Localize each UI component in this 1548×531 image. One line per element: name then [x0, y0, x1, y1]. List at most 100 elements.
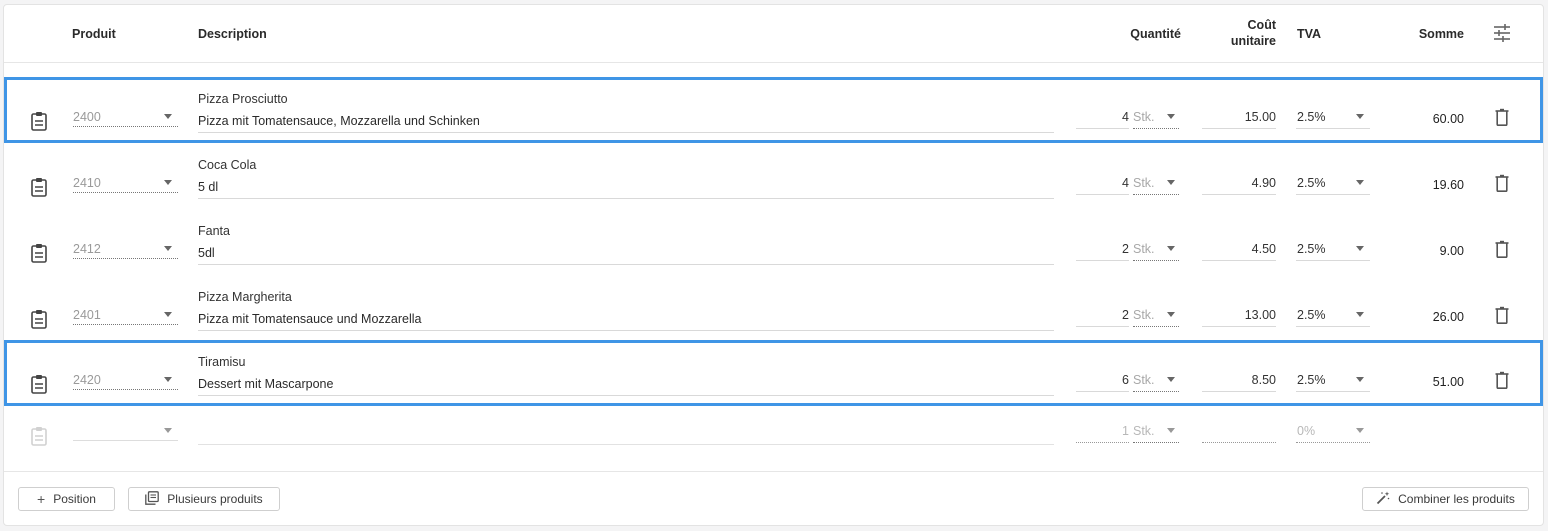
- unit-value: Stk.: [1133, 110, 1155, 124]
- chevron-down-icon: [1356, 114, 1364, 119]
- row-sum: 60.00: [1432, 112, 1464, 126]
- combine-products-label: Combiner les produits: [1398, 492, 1515, 506]
- unit-select[interactable]: Stk.: [1133, 107, 1179, 129]
- unit-select[interactable]: Stk.: [1133, 370, 1179, 392]
- row-sum: 26.00: [1432, 310, 1464, 324]
- tune-icon[interactable]: [1492, 23, 1512, 43]
- product-select[interactable]: 2400: [73, 107, 178, 127]
- quantity-input[interactable]: 4: [1076, 107, 1129, 129]
- multiple-products-button[interactable]: Plusieurs produits: [128, 487, 280, 511]
- trash-icon[interactable]: [1495, 306, 1509, 324]
- table-footer: + Position Plusieurs produits Combiner l…: [4, 471, 1543, 526]
- tva-select[interactable]: 0%: [1296, 421, 1370, 443]
- unit-select[interactable]: Stk.: [1133, 173, 1179, 195]
- table-row: 2401 Pizza Margherita Pizza mit Tomatensau…: [4, 275, 1543, 341]
- trash-icon[interactable]: [1495, 108, 1509, 126]
- tva-value: 0%: [1297, 424, 1316, 438]
- unit-cost-input[interactable]: 4.50: [1202, 239, 1276, 261]
- product-select[interactable]: [73, 421, 178, 441]
- add-position-button[interactable]: + Position: [18, 487, 115, 511]
- tva-value: 2.5%: [1297, 242, 1326, 256]
- tva-value: 2.5%: [1297, 308, 1326, 322]
- product-value: 2400: [73, 110, 101, 124]
- description-input[interactable]: Dessert mit Mascarpone: [198, 374, 1054, 396]
- column-header-product: Produit: [72, 27, 116, 41]
- tva-value: 2.5%: [1297, 176, 1326, 190]
- chevron-down-icon: [1167, 246, 1175, 251]
- unit-value: Stk.: [1133, 176, 1155, 190]
- tva-select[interactable]: 2.5%: [1296, 370, 1370, 392]
- magic-wand-icon: [1376, 491, 1390, 507]
- chevron-down-icon: [164, 180, 172, 185]
- unit-cost-input[interactable]: 15.00: [1202, 107, 1276, 129]
- row-sum: 51.00: [1432, 375, 1464, 389]
- trash-icon[interactable]: [1495, 240, 1509, 258]
- tva-select[interactable]: 2.5%: [1296, 305, 1370, 327]
- trash-icon[interactable]: [1495, 371, 1509, 389]
- table-header: Produit Description Quantité Coût unitai…: [4, 5, 1543, 63]
- chevron-down-icon: [1356, 312, 1364, 317]
- multiple-products-label: Plusieurs produits: [167, 492, 263, 506]
- unit-cost-input[interactable]: 13.00: [1202, 305, 1276, 327]
- tva-select[interactable]: 2.5%: [1296, 107, 1370, 129]
- unit-select[interactable]: Stk.: [1133, 421, 1179, 443]
- quantity-input[interactable]: 6: [1076, 370, 1129, 392]
- description-input[interactable]: Pizza mit Tomatensauce und Mozzarella: [198, 309, 1054, 331]
- unit-cost-input[interactable]: [1202, 421, 1276, 443]
- clipboard-icon[interactable]: [30, 243, 48, 263]
- column-header-quantity: Quantité: [1130, 27, 1181, 41]
- quantity-input[interactable]: 1: [1076, 421, 1129, 443]
- tva-value: 2.5%: [1297, 373, 1326, 387]
- table-row: 2400 Pizza Prosciutto Pizza mit Tomatensau…: [4, 77, 1543, 143]
- clipboard-icon: [30, 426, 48, 446]
- tva-select[interactable]: 2.5%: [1296, 239, 1370, 261]
- unit-value: Stk.: [1133, 424, 1155, 438]
- unit-value: Stk.: [1133, 373, 1155, 387]
- combine-products-button[interactable]: Combiner les produits: [1362, 487, 1529, 511]
- chevron-down-icon: [1356, 180, 1364, 185]
- chevron-down-icon: [164, 246, 172, 251]
- product-name: Pizza Prosciutto: [198, 92, 288, 106]
- quantity-input[interactable]: 4: [1076, 173, 1129, 195]
- trash-icon[interactable]: [1495, 174, 1509, 192]
- column-header-unit-cost: Coût unitaire: [1230, 18, 1276, 48]
- row-sum: 9.00: [1439, 244, 1464, 258]
- unit-select[interactable]: Stk.: [1133, 239, 1179, 261]
- product-name: Tiramisu: [198, 355, 246, 369]
- tva-value: 2.5%: [1297, 110, 1326, 124]
- column-header-sum: Somme: [1418, 27, 1464, 41]
- description-input[interactable]: 5dl: [198, 243, 1054, 265]
- chevron-down-icon: [1356, 377, 1364, 382]
- unit-value: Stk.: [1133, 308, 1155, 322]
- chevron-down-icon: [1167, 114, 1175, 119]
- invoice-items-card: Produit Description Quantité Coût unitai…: [3, 4, 1544, 526]
- column-header-description: Description: [198, 27, 267, 41]
- product-name: Fanta: [198, 224, 230, 238]
- library-icon: [145, 491, 160, 507]
- product-value: 2412: [73, 242, 101, 256]
- column-header-tva: TVA: [1297, 27, 1322, 41]
- product-select[interactable]: 2420: [73, 370, 178, 390]
- quantity-input[interactable]: 2: [1076, 305, 1129, 327]
- clipboard-icon[interactable]: [30, 374, 48, 394]
- clipboard-icon[interactable]: [30, 309, 48, 329]
- chevron-down-icon: [1167, 428, 1175, 433]
- unit-cost-input[interactable]: 8.50: [1202, 370, 1276, 392]
- description-input[interactable]: [198, 423, 1054, 445]
- tva-select[interactable]: 2.5%: [1296, 173, 1370, 195]
- quantity-input[interactable]: 2: [1076, 239, 1129, 261]
- product-value: 2401: [73, 308, 101, 322]
- product-select[interactable]: 2401: [73, 305, 178, 325]
- chevron-down-icon: [164, 428, 172, 433]
- chevron-down-icon: [1356, 428, 1364, 433]
- description-input[interactable]: Pizza mit Tomatensauce, Mozzarella und S…: [198, 111, 1054, 133]
- product-select[interactable]: 2412: [73, 239, 178, 259]
- clipboard-icon[interactable]: [30, 111, 48, 131]
- chevron-down-icon: [164, 312, 172, 317]
- unit-value: Stk.: [1133, 242, 1155, 256]
- unit-select[interactable]: Stk.: [1133, 305, 1179, 327]
- unit-cost-input[interactable]: 4.90: [1202, 173, 1276, 195]
- clipboard-icon[interactable]: [30, 177, 48, 197]
- description-input[interactable]: 5 dl: [198, 177, 1054, 199]
- product-select[interactable]: 2410: [73, 173, 178, 193]
